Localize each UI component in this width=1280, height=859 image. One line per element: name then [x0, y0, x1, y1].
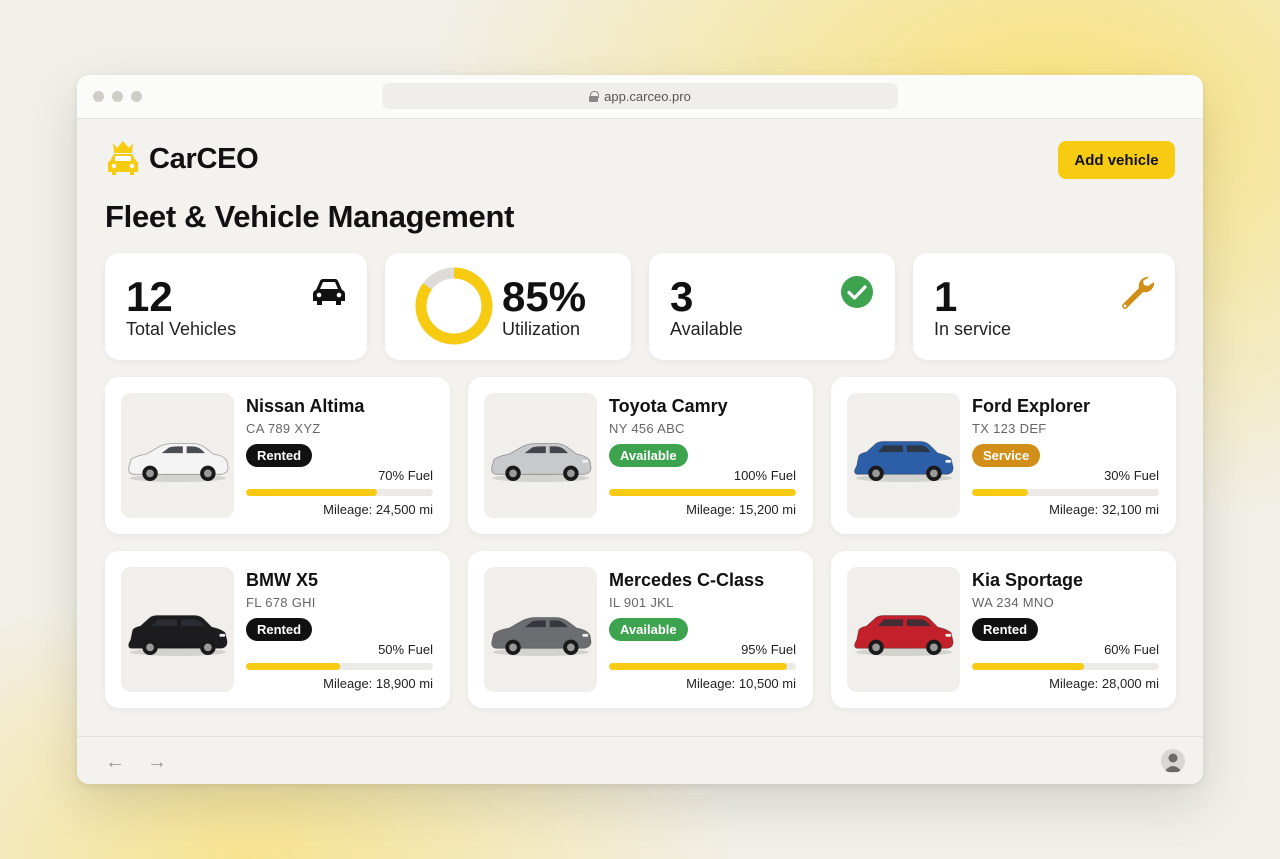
vehicle-card[interactable]: BMW X5 FL 678 GHI Rented 50% Fuel Mileag…	[105, 551, 450, 708]
page-title: Fleet & Vehicle Management	[105, 199, 515, 234]
titlebar: app.carceo.pro	[77, 75, 1203, 119]
fuel-bar-fill	[972, 489, 1029, 496]
vehicle-plate: IL 901 JKL	[609, 595, 674, 610]
vehicle-plate: TX 123 DEF	[972, 421, 1047, 436]
mileage-label: Mileage: 15,200 mi	[686, 502, 796, 517]
fuel-bar-fill	[246, 663, 340, 670]
address-bar[interactable]: app.carceo.pro	[382, 83, 898, 109]
vehicle-name: BMW X5	[246, 570, 318, 590]
status-badge: Rented	[972, 618, 1039, 641]
vehicle-card[interactable]: Toyota Camry NY 456 ABC Available 100% F…	[468, 377, 813, 534]
fuel-bar	[246, 663, 433, 670]
stat-label: Available	[670, 319, 743, 339]
vehicle-name: Mercedes C-Class	[609, 570, 765, 590]
maximize-window-button[interactable]	[131, 91, 142, 102]
fuel-bar-fill	[609, 489, 796, 496]
wrench-icon	[1122, 276, 1155, 309]
fuel-bar	[972, 489, 1159, 496]
status-badge: Available	[609, 618, 688, 641]
mileage-label: Mileage: 28,000 mi	[1049, 676, 1159, 691]
stat-available: 3 Available	[649, 253, 895, 360]
car-image-icon	[127, 442, 229, 482]
vehicle-card[interactable]: Kia Sportage WA 234 MNO Rented 60% Fuel …	[831, 551, 1176, 708]
add-vehicle-button[interactable]: Add vehicle	[1058, 141, 1175, 179]
status-badge: Rented	[246, 618, 313, 641]
fuel-bar	[972, 663, 1159, 670]
check-circle-icon	[841, 276, 873, 308]
mileage-label: Mileage: 18,900 mi	[323, 676, 433, 691]
bottom-bar: ← →	[77, 736, 1203, 784]
status-badge: Rented	[246, 444, 313, 467]
fuel-bar-fill	[609, 663, 787, 670]
close-window-button[interactable]	[93, 91, 104, 102]
url-text: app.carceo.pro	[604, 88, 691, 104]
vehicle-photo	[121, 567, 234, 692]
brand-name: CarCEO	[149, 142, 259, 175]
vehicle-plate: NY 456 ABC	[609, 421, 685, 436]
vehicle-photo	[847, 567, 960, 692]
status-badge: Service	[972, 444, 1041, 467]
window-controls	[93, 91, 142, 102]
mileage-label: Mileage: 10,500 mi	[686, 676, 796, 691]
stat-label: In service	[934, 319, 1012, 339]
user-avatar-icon[interactable]	[1161, 749, 1185, 773]
vehicle-photo	[847, 393, 960, 518]
stat-total-vehicles: 12 Total Vehicles	[105, 253, 367, 360]
minimize-window-button[interactable]	[112, 91, 123, 102]
car-image-icon	[853, 440, 954, 482]
forward-arrow-icon[interactable]: →	[147, 751, 167, 774]
mileage-label: Mileage: 24,500 mi	[323, 502, 433, 517]
stat-label: Total Vehicles	[126, 319, 237, 339]
vehicle-card[interactable]: Mercedes C-Class IL 901 JKL Available 95…	[468, 551, 813, 708]
fuel-label: 70% Fuel	[378, 468, 433, 483]
fuel-bar-fill	[246, 489, 377, 496]
stat-value: 1	[934, 273, 958, 320]
car-image-icon	[490, 442, 592, 482]
vehicle-card[interactable]: Ford Explorer TX 123 DEF Service 30% Fue…	[831, 377, 1176, 534]
fuel-bar	[609, 663, 796, 670]
stat-value: 12	[126, 273, 173, 320]
car-icon	[313, 279, 345, 305]
crown-car-logo-icon	[108, 141, 138, 175]
vehicle-plate: FL 678 GHI	[246, 595, 316, 610]
vehicle-photo	[121, 393, 234, 518]
vehicle-card[interactable]: Nissan Altima CA 789 XYZ Rented 70% Fuel…	[105, 377, 450, 534]
stat-in-service: 1 In service	[913, 253, 1175, 360]
status-badge: Available	[609, 444, 688, 467]
stat-utilization: 85% Utilization	[385, 253, 631, 360]
stat-value: 3	[670, 273, 694, 320]
stat-value: 85%	[502, 273, 587, 320]
vehicle-photo	[484, 393, 597, 518]
mileage-label: Mileage: 32,100 mi	[1049, 502, 1159, 517]
brand-header: CarCEO	[105, 139, 259, 179]
fuel-bar	[246, 489, 433, 496]
vehicle-plate: CA 789 XYZ	[246, 421, 321, 436]
fuel-label: 30% Fuel	[1104, 468, 1159, 483]
fuel-bar	[609, 489, 796, 496]
browser-window: app.carceo.pro CarCEO Add vehicle Fleet …	[77, 75, 1203, 784]
fuel-label: 60% Fuel	[1104, 642, 1159, 657]
lock-icon	[589, 90, 600, 102]
vehicle-plate: WA 234 MNO	[972, 595, 1054, 610]
fuel-label: 50% Fuel	[378, 642, 433, 657]
fuel-label: 95% Fuel	[741, 642, 796, 657]
fuel-bar-fill	[972, 663, 1085, 670]
vehicle-name: Kia Sportage	[972, 570, 1084, 590]
vehicle-name: Toyota Camry	[609, 396, 728, 416]
car-image-icon	[127, 614, 228, 656]
vehicle-name: Ford Explorer	[972, 396, 1091, 416]
car-image-icon	[853, 614, 954, 656]
vehicle-photo	[484, 567, 597, 692]
stat-label: Utilization	[502, 319, 581, 339]
utilization-donut-chart	[415, 267, 493, 345]
car-image-icon	[490, 616, 592, 656]
vehicle-name: Nissan Altima	[246, 396, 365, 416]
back-arrow-icon[interactable]: ←	[105, 751, 125, 774]
fuel-label: 100% Fuel	[733, 468, 796, 483]
